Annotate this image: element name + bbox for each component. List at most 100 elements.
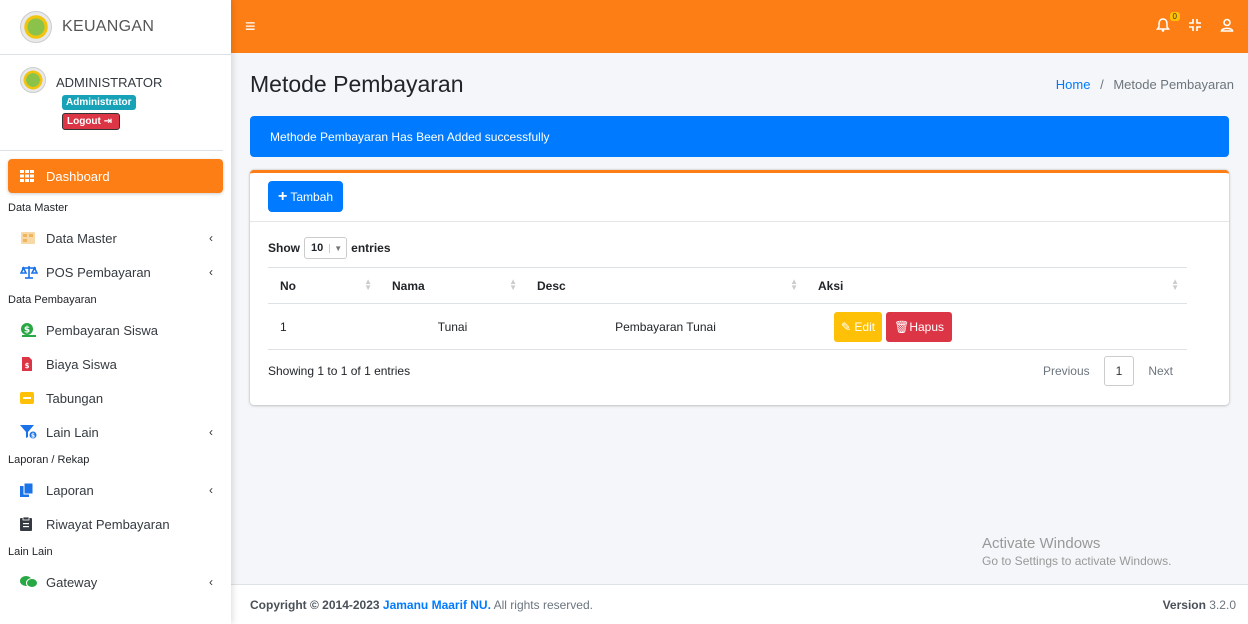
role-badge: Administrator [62,95,136,110]
sidebar-item-lain-lain[interactable]: $ Lain Lain ‹ [8,415,223,449]
nav-header-data-pembayaran: Data Pembayaran [8,294,97,306]
sidebar-item-label: Dashboard [46,168,110,184]
pagination-previous[interactable]: Previous [1029,356,1104,386]
column-header-aksi[interactable]: Aksi ▲ ▼ [806,267,1187,304]
add-button-label: Tambah [290,189,334,204]
notifications-button[interactable]: 0 [1156,12,1180,35]
content-header: Metode Pembayaran Home / Metode Pembayar… [250,53,1234,115]
nav-header-lain-lain: Lain Lain [8,546,53,558]
sidebar-item-label: Laporan [46,482,94,498]
nav-header-data-master: Data Master [8,202,68,214]
column-header-desc[interactable]: Desc ▲ ▼ [525,267,806,304]
column-header-nama[interactable]: Nama ▲ ▼ [380,267,525,304]
sidebar-item-tabungan[interactable]: Tabungan [8,381,223,415]
chevron-left-icon: ‹ [209,575,213,589]
activate-windows-watermark: Activate Windows Go to Settings to activ… [982,535,1171,568]
trash-icon: 🗑 [894,319,910,334]
sidebar-item-label: Data Master [46,230,117,246]
logout-button[interactable]: Logout ⇥ [62,113,120,130]
navbar-right: 0 [1156,12,1234,35]
main-content: Metode Pembayaran Home / Metode Pembayar… [231,53,1248,583]
watermark-title: Activate Windows [982,535,1101,552]
sort-icon: ▲ ▼ [364,277,372,292]
sidebar-nav: Dashboard Data Master Data Master ‹ POS … [0,151,231,599]
org-link[interactable]: Jamanu Maarif NU. [383,598,491,612]
svg-text:$: $ [24,326,30,336]
show-label: Show [268,241,300,255]
table-footer: Showing 1 to 1 of 1 entries Previous 1 N… [268,350,1187,392]
invoice-icon: $ [20,357,42,371]
sidebar-item-gateway[interactable]: Gateway ‹ [8,565,223,599]
sidebar-item-biaya-siswa[interactable]: $ Biaya Siswa [8,347,223,381]
sidebar-item-pos-pembayaran[interactable]: POS Pembayaran ‹ [8,255,223,289]
database-icon [20,231,42,245]
add-button[interactable]: + Tambah [268,181,344,212]
edit-button[interactable]: ✎ Edit [834,311,883,342]
hamburger-menu-icon[interactable]: ≡ [245,16,256,37]
page-footer: Copyright © 2014-2023 Jamanu Maarif NU. … [231,584,1248,624]
copy-icon [20,483,42,497]
wallet-icon [20,391,42,405]
filter-money-icon: $ [20,425,42,439]
chevron-left-icon: ‹ [209,483,213,497]
edit-icon: ✎ [841,319,852,334]
cell-aksi: ✎ Edit 🗑Hapus [806,303,1187,350]
success-alert: Methode Pembayaran Has Been Added succes… [250,116,1229,157]
version-label: Version [1162,597,1206,612]
fullscreen-exit-icon[interactable] [1188,18,1202,35]
entries-length-control: Show 10 ▼ entries [268,236,1211,260]
sort-icon: ▲ ▼ [509,277,517,292]
breadcrumb-home-link[interactable]: Home [1056,77,1091,92]
sidebar-item-riwayat-pembayaran[interactable]: Riwayat Pembayaran [8,507,223,541]
delete-button[interactable]: 🗑Hapus [886,311,953,342]
chat-icon [20,575,42,589]
chevron-left-icon: ‹ [209,231,213,245]
pagination: Previous 1 Next [1029,356,1187,386]
sort-icon: ▲ ▼ [1171,277,1179,292]
plus-icon: + [278,187,288,205]
sidebar-item-label: Tabungan [46,390,104,406]
sort-icon: ▲ ▼ [790,277,798,292]
brand-logo [20,11,52,43]
sidebar-item-label: Pembayaran Siswa [46,322,158,338]
svg-text:$: $ [25,362,30,370]
version: Version 3.2.0 [1163,598,1236,612]
sidebar-item-data-master[interactable]: Data Master ‹ [8,221,223,255]
copyright: Copyright © 2014-2023 Jamanu Maarif NU. … [250,598,593,612]
chevron-left-icon: ‹ [209,265,213,279]
nav-header-laporan: Laporan / Rekap [8,454,90,466]
scale-icon [20,265,42,279]
sidebar-item-label: Riwayat Pembayaran [46,516,170,532]
pagination-page[interactable]: 1 [1103,356,1135,386]
sign-out-icon: ⇥ [103,116,113,127]
sidebar-item-label: Lain Lain [46,424,99,440]
payment-methods-table: No ▲ ▼ Nama ▲ ▼ Desc ▲ ▼ Aksi ▲ ▼ 1 Tunai Pembay… [268,267,1187,350]
table-info: Showing 1 to 1 of 1 entries [268,364,411,378]
breadcrumb: Home / Metode Pembayaran [1056,77,1234,92]
chevron-left-icon: ‹ [209,425,213,439]
sidebar-item-dashboard[interactable]: Dashboard [8,159,223,193]
user-icon[interactable] [1220,18,1234,35]
table-row: 1 Tunai Pembayaran Tunai ✎ Edit 🗑Hapus [268,303,1187,350]
entries-select-value: 10 [311,242,324,254]
cell-nama: Tunai [380,303,525,350]
breadcrumb-separator: / [1100,76,1104,92]
sidebar: KEUANGAN ADMINISTRATOR Administrator Log… [0,0,231,624]
logout-label: Logout [67,116,101,127]
brand[interactable]: KEUANGAN [0,0,231,55]
brand-title: KEUANGAN [62,18,155,35]
sidebar-item-laporan[interactable]: Laporan ‹ [8,473,223,507]
cell-desc: Pembayaran Tunai [525,303,806,350]
breadcrumb-current: Metode Pembayaran [1113,76,1234,92]
top-navbar: ≡ 0 [231,0,1248,53]
pagination-next[interactable]: Next [1134,356,1187,386]
bell-icon [1156,18,1170,32]
watermark-subtitle: Go to Settings to activate Windows. [982,554,1172,568]
entries-select[interactable]: 10 ▼ [304,237,348,259]
sidebar-item-pembayaran-siswa[interactable]: $ Pembayaran Siswa [8,313,223,347]
user-name[interactable]: ADMINISTRATOR [56,75,162,90]
column-header-no[interactable]: No ▲ ▼ [268,267,380,304]
copyright-text: Copyright © 2014-2023 [250,597,380,612]
money-icon: $ [20,323,42,337]
avatar [20,67,46,93]
